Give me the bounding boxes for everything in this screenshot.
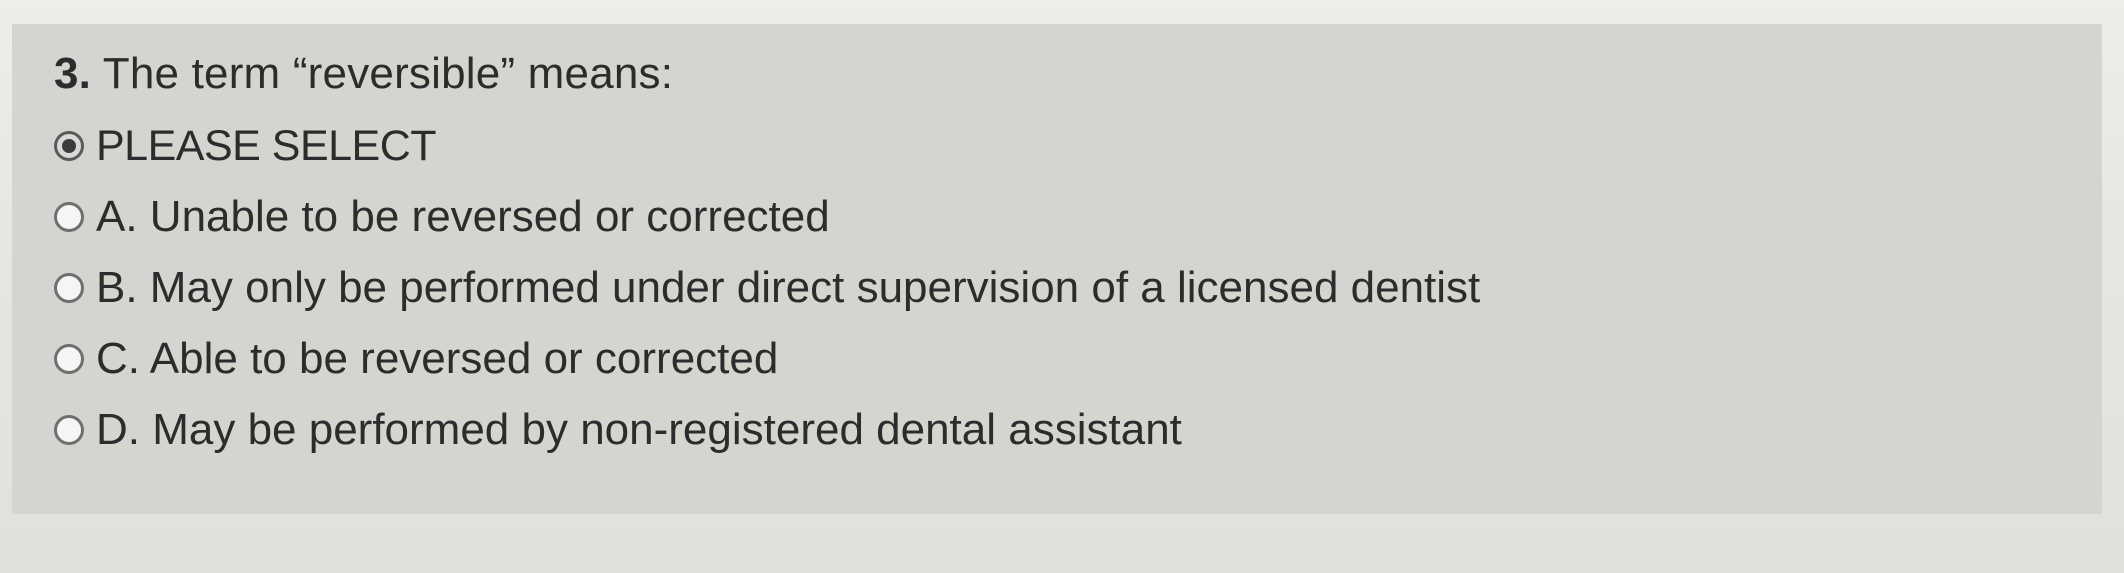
radio-unselected-icon[interactable] (54, 415, 84, 445)
question-title: 3. The term “reversible” means: (54, 44, 1954, 104)
screen: 3. The term “reversible” means: PLEASE S… (0, 0, 2124, 573)
option-label: C. Able to be reversed or corrected (96, 334, 779, 383)
question-text: The term “reversible” means: (102, 49, 674, 98)
radio-selected-icon[interactable] (54, 131, 84, 161)
option-please-select[interactable]: PLEASE SELECT (54, 112, 1954, 180)
option-d[interactable]: D. May be performed by non-registered de… (54, 396, 1954, 464)
radio-unselected-icon[interactable] (54, 202, 84, 232)
radio-unselected-icon[interactable] (54, 273, 84, 303)
option-b[interactable]: B. May only be performed under direct su… (54, 254, 1954, 322)
question-number: 3. (54, 49, 92, 98)
option-label: PLEASE SELECT (96, 122, 437, 170)
option-label: B. May only be performed under direct su… (96, 263, 1481, 312)
option-c[interactable]: C. Able to be reversed or corrected (54, 325, 1954, 393)
question-block: 3. The term “reversible” means: PLEASE S… (54, 44, 1954, 467)
option-a[interactable]: A. Unable to be reversed or corrected (54, 183, 1954, 251)
option-label: A. Unable to be reversed or corrected (96, 192, 830, 241)
option-label: D. May be performed by non-registered de… (96, 405, 1182, 454)
radio-unselected-icon[interactable] (54, 344, 84, 374)
